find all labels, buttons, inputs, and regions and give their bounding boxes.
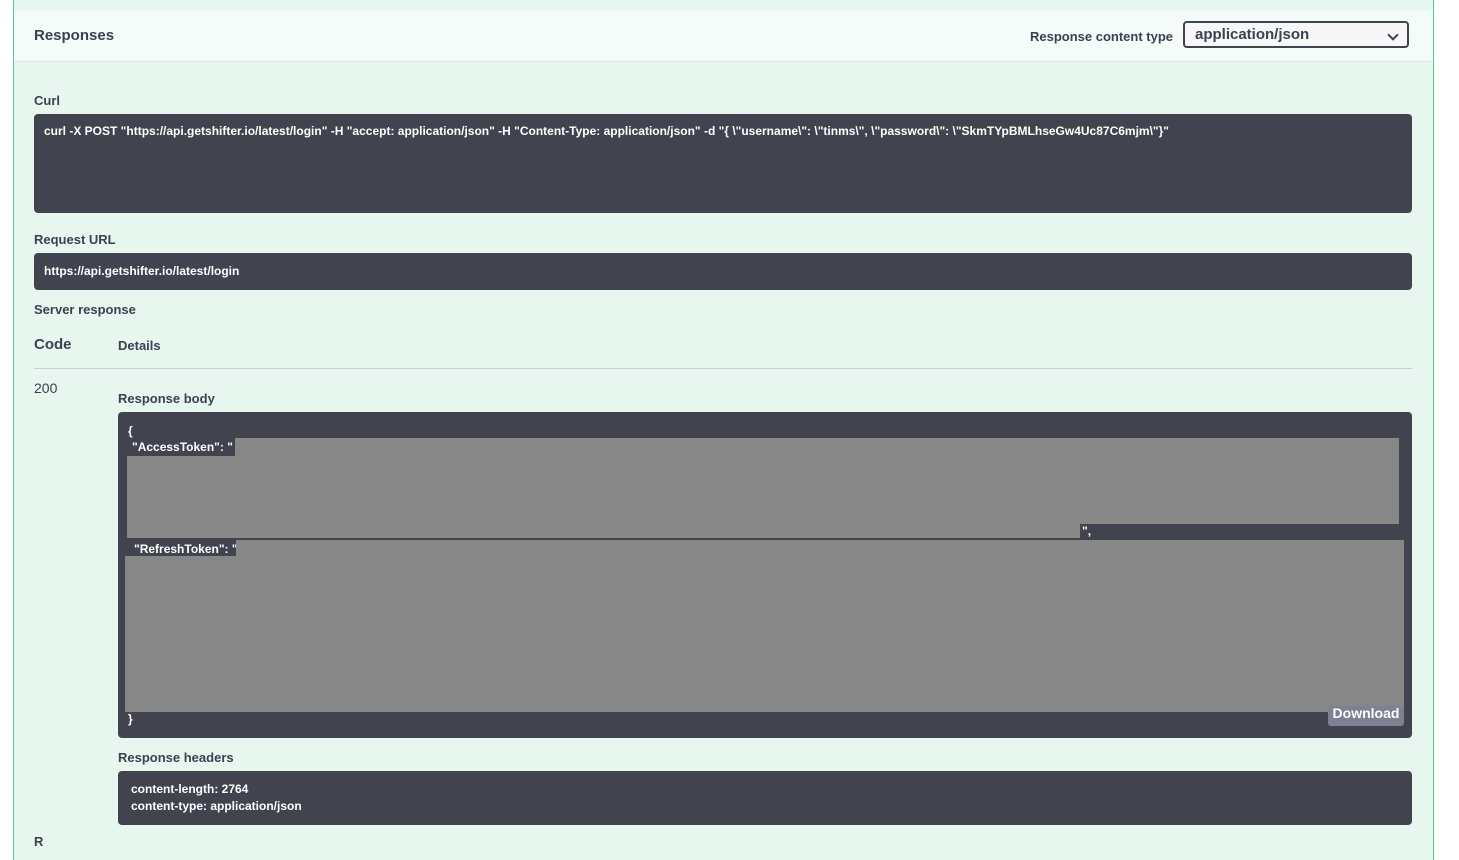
curl-label: Curl [34, 93, 60, 108]
access-token-end: ", [1082, 524, 1092, 538]
response-table-header: Code Details [34, 332, 1412, 369]
response-content-type-value: application/json [1195, 26, 1310, 43]
response-headers-block[interactable]: content-length: 2764 content-type: appli… [118, 771, 1412, 825]
operation-block: Responses Response content type applicat… [13, 0, 1434, 860]
chevron-down-icon [1387, 29, 1399, 41]
curl-command-block[interactable]: curl -X POST "https://api.getshifter.io/… [34, 114, 1412, 213]
header-line: content-type: application/json [131, 799, 302, 813]
refresh-token-key: "RefreshToken": " [130, 542, 242, 556]
request-url-block[interactable]: https://api.getshifter.io/latest/login [34, 253, 1412, 290]
header-line: content-length: 2764 [131, 782, 249, 796]
redacted-access-token [127, 524, 1080, 538]
request-url-label: Request URL [34, 232, 116, 247]
redacted-access-token [127, 456, 1399, 524]
request-url-text: https://api.getshifter.io/latest/login [44, 264, 240, 278]
response-body-block[interactable]: { "AccessToken": " ", "RefreshToken": " … [118, 412, 1412, 738]
curl-command-text: curl -X POST "https://api.getshifter.io/… [44, 124, 1169, 138]
download-button[interactable]: Download [1328, 706, 1404, 726]
responses-header: Responses Response content type applicat… [14, 11, 1433, 62]
status-code: 200 [34, 380, 58, 396]
column-details: Details [118, 338, 161, 353]
redacted-refresh-token [125, 556, 1404, 712]
body-open-brace: { [128, 424, 133, 438]
responses-title: Responses [34, 27, 115, 44]
server-response-label: Server response [34, 302, 136, 317]
response-body-label: Response body [118, 391, 215, 406]
access-token-key: "AccessToken": " [128, 440, 237, 454]
body-close-brace: } [128, 712, 133, 726]
response-content-type-label: Response content type [1029, 29, 1173, 44]
column-code: Code [34, 336, 72, 353]
response-headers-label: Response headers [118, 750, 234, 765]
redacted-access-token [235, 438, 1399, 458]
response-content-type-select[interactable]: application/json [1183, 21, 1409, 48]
